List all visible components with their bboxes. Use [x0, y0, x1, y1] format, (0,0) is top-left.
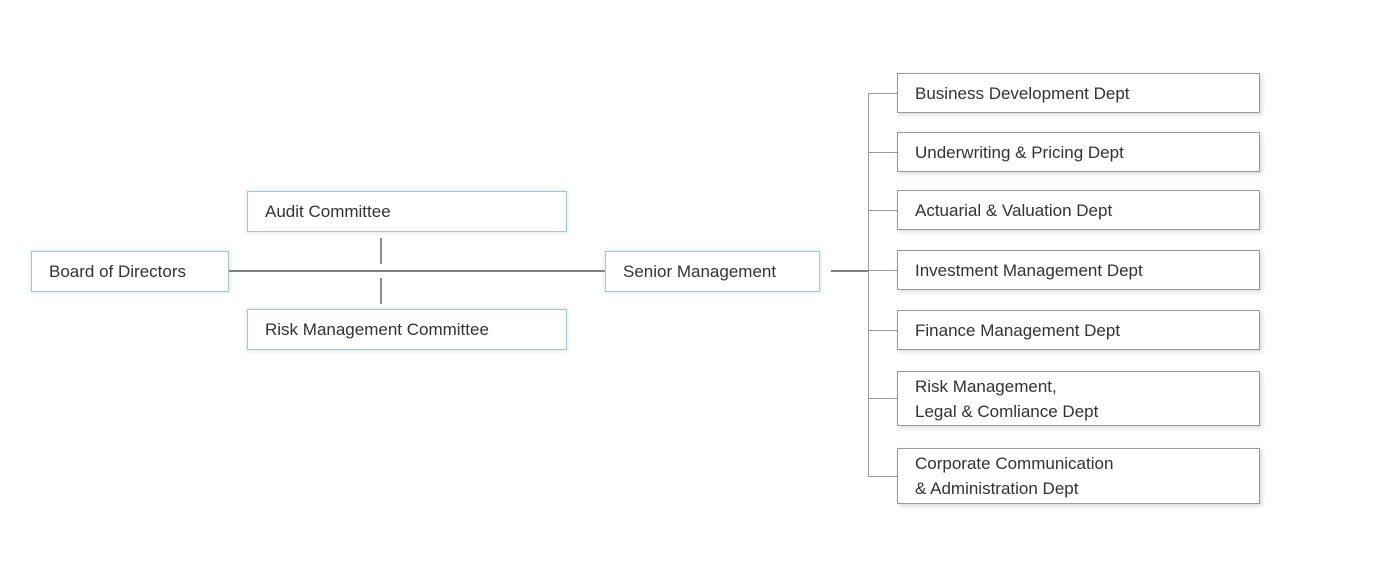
connector-board-to-management: [229, 270, 605, 272]
connector-department-trunk: [868, 93, 869, 477]
org-chart-canvas: Board of Directors Audit Committee Risk …: [0, 0, 1382, 569]
node-board-of-directors[interactable]: Board of Directors: [31, 251, 229, 292]
node-risk-legal-compliance-dept[interactable]: Risk Management, Legal & Comliance Dept: [897, 371, 1260, 426]
node-senior-management[interactable]: Senior Management: [605, 251, 820, 292]
connector-stub-underwriting-pricing: [868, 152, 897, 153]
node-corporate-communication-dept[interactable]: Corporate Communication & Administration…: [897, 448, 1260, 504]
node-business-development-dept[interactable]: Business Development Dept: [897, 73, 1260, 113]
connector-management-to-trunk: [831, 270, 869, 272]
node-audit-committee[interactable]: Audit Committee: [247, 191, 567, 232]
connector-spine-to-risk-committee: [380, 278, 382, 304]
node-finance-management-dept[interactable]: Finance Management Dept: [897, 310, 1260, 350]
connector-stub-finance-management: [868, 330, 897, 331]
connector-stub-investment-management: [868, 270, 897, 271]
connector-spine-to-audit-committee: [380, 238, 382, 264]
node-underwriting-pricing-dept[interactable]: Underwriting & Pricing Dept: [897, 132, 1260, 172]
node-investment-management-dept[interactable]: Investment Management Dept: [897, 250, 1260, 290]
connector-stub-risk-legal-compliance: [868, 398, 897, 399]
node-risk-management-committee[interactable]: Risk Management Committee: [247, 309, 567, 350]
connector-stub-actuarial-valuation: [868, 210, 897, 211]
node-actuarial-valuation-dept[interactable]: Actuarial & Valuation Dept: [897, 190, 1260, 230]
connector-stub-business-development: [868, 93, 897, 94]
connector-stub-corporate-communication: [868, 476, 897, 477]
